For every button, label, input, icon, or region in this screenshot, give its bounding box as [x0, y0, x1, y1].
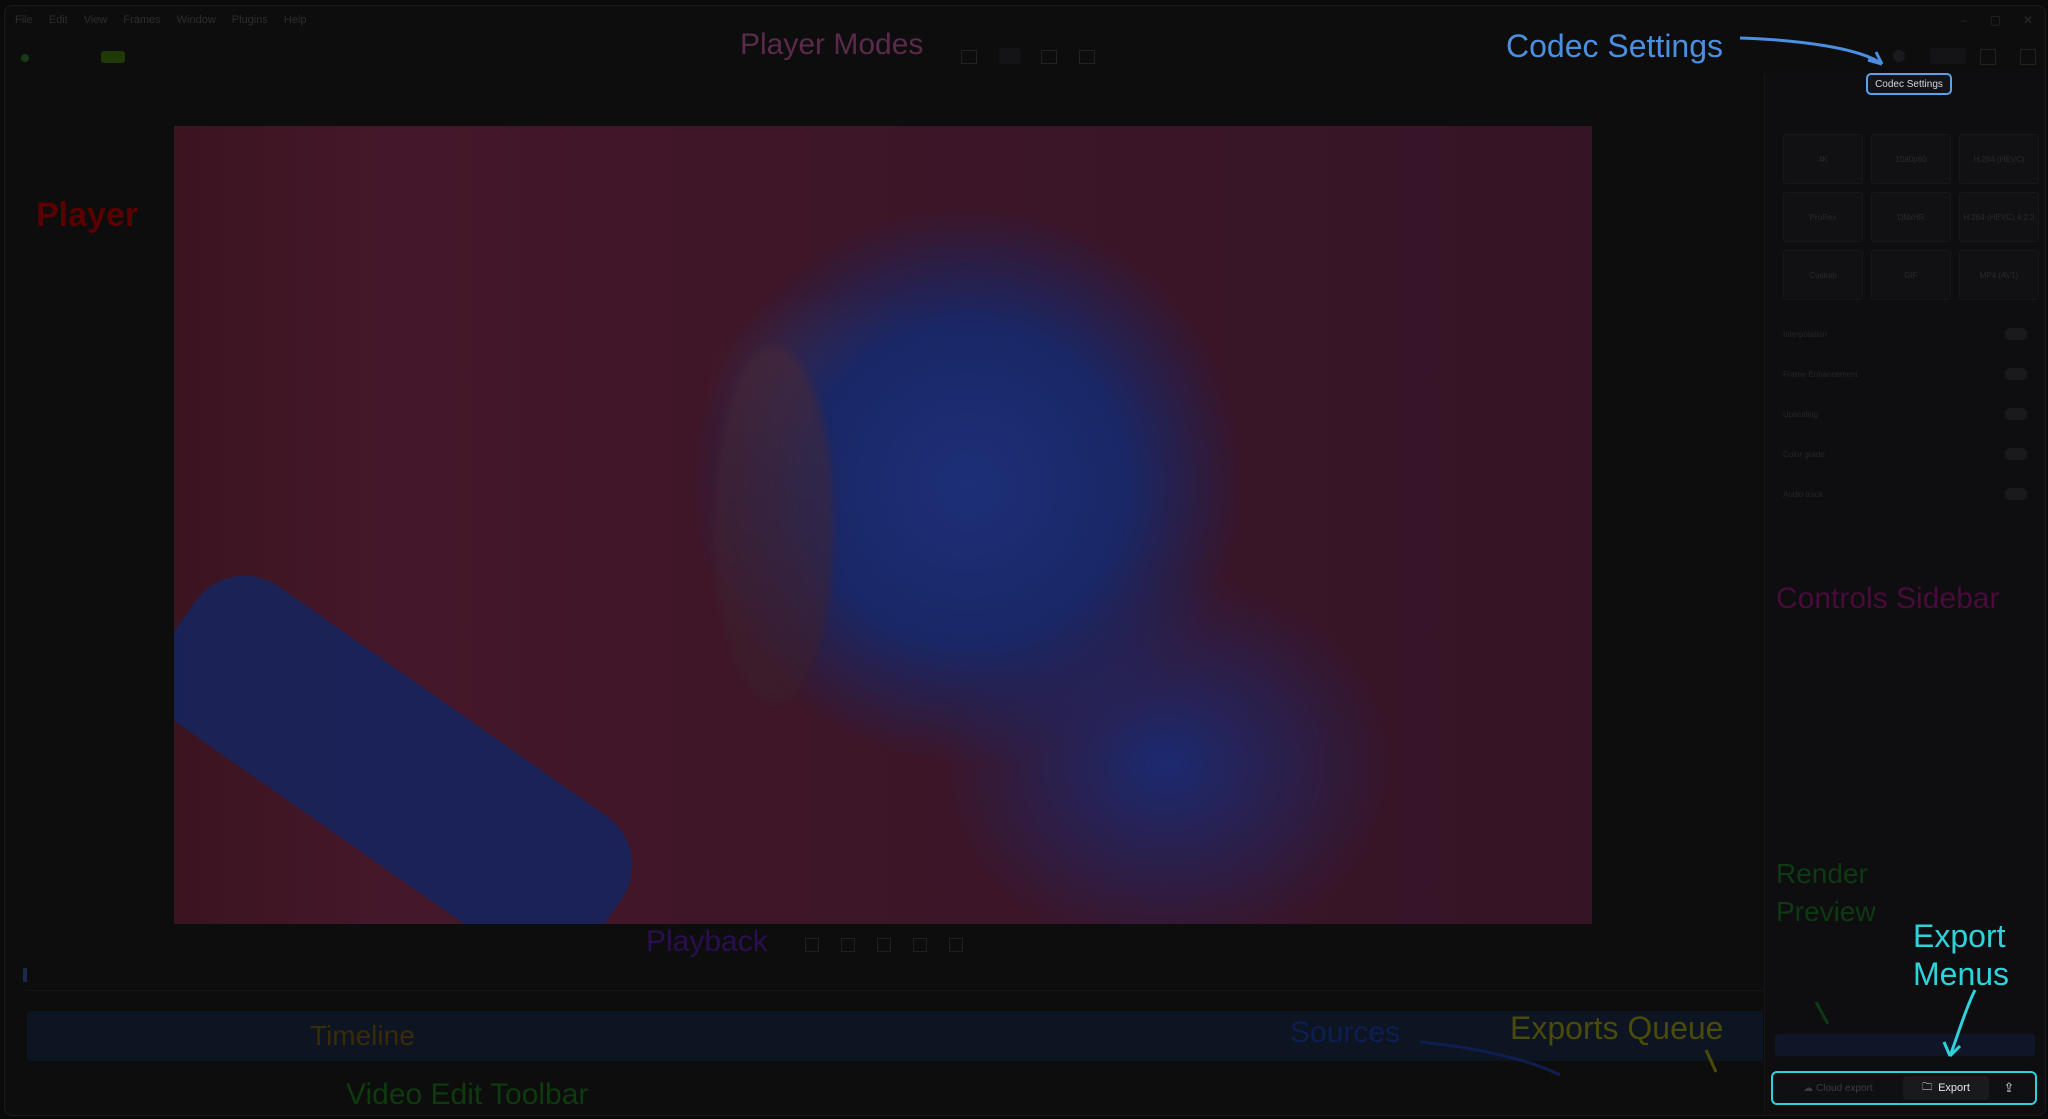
panel-toggle-icon[interactable]: [1980, 49, 1996, 65]
player-label: Player: [36, 196, 139, 234]
video-edit-toolbar-label: Video Edit Toolbar: [346, 1078, 589, 1111]
toggle-switch[interactable]: [2005, 408, 2027, 420]
preset-tile[interactable]: MP4 (AV1): [1959, 250, 2039, 300]
layout-icon[interactable]: [2020, 49, 2036, 65]
skip-end-icon[interactable]: [949, 938, 963, 952]
preset-tile[interactable]: 4K: [1783, 134, 1863, 184]
timeline-ruler[interactable]: [25, 976, 1765, 991]
close-icon[interactable]: ✕: [2023, 13, 2033, 27]
step-forward-icon[interactable]: [913, 938, 927, 952]
menu-bar: File Edit View Frames Window Plugins Hel…: [5, 6, 2045, 34]
cloud-icon: ☁: [1803, 1082, 1814, 1094]
playback-controls: [805, 938, 963, 952]
cloud-export-button[interactable]: ☁ Cloud export: [1773, 1083, 1903, 1094]
menu-help[interactable]: Help: [284, 14, 307, 26]
skip-start-icon[interactable]: [805, 938, 819, 952]
toggle-switch[interactable]: [2005, 328, 2027, 340]
mode-icon-2[interactable]: [999, 48, 1021, 64]
cloud-export-label: Cloud export: [1816, 1082, 1873, 1094]
toggle-label: Interpolation: [1783, 329, 1828, 339]
export-menus-label: Export: [1913, 918, 2006, 954]
mode-icon-1[interactable]: [961, 50, 977, 64]
timeline-label: Timeline: [310, 1020, 415, 1051]
mode-icon-4[interactable]: [1079, 50, 1095, 64]
play-icon[interactable]: [877, 938, 891, 952]
toggle-row: Interpolation: [1783, 324, 2027, 344]
menu-edit[interactable]: Edit: [49, 14, 68, 26]
toggle-row: Frame Enhancement: [1783, 364, 2027, 384]
video-branch-shape: [174, 552, 656, 924]
menu-window[interactable]: Window: [177, 14, 216, 26]
render-preview-label: Render: [1776, 858, 1868, 889]
player-modes-label: Player Modes: [740, 28, 924, 61]
status-dot-icon: [21, 54, 29, 62]
codec-settings-button[interactable]: Codec Settings: [1866, 73, 1952, 95]
preset-tile[interactable]: GIF: [1871, 250, 1951, 300]
toggle-row: Upscaling: [1783, 404, 2027, 424]
timeline-track[interactable]: [27, 1011, 1763, 1061]
toggle-switch[interactable]: [2005, 448, 2027, 460]
preset-tile[interactable]: ProRes: [1783, 192, 1863, 242]
menu-file[interactable]: File: [15, 14, 33, 26]
status-badge: [101, 51, 125, 63]
toggle-switch[interactable]: [2005, 368, 2027, 380]
account-button[interactable]: [1930, 48, 1966, 64]
preset-tile[interactable]: 1080p60: [1871, 134, 1951, 184]
preset-tile[interactable]: H.264 (HEVC): [1959, 134, 2039, 184]
step-back-icon[interactable]: [841, 938, 855, 952]
menu-frames[interactable]: Frames: [123, 14, 160, 26]
toggle-label: Audio track: [1783, 489, 1824, 499]
toggle-switch[interactable]: [2005, 488, 2027, 500]
menu-plugins[interactable]: Plugins: [232, 14, 268, 26]
toggle-label: Upscaling: [1783, 409, 1819, 419]
video-preview[interactable]: [174, 126, 1592, 924]
playhead[interactable]: [23, 968, 27, 982]
exports-queue-label: Exports Queue: [1510, 1010, 1724, 1046]
toggle-row: Color grade: [1783, 444, 2027, 464]
export-menus-label-2: Menus: [1913, 956, 2010, 992]
preset-grid: 4K 1080p60 H.264 (HEVC) ProRes DNxHR H.2…: [1783, 134, 2039, 300]
menu-view[interactable]: View: [84, 14, 108, 26]
export-label: Export: [1938, 1082, 1970, 1094]
preset-tile[interactable]: Custom: [1783, 250, 1863, 300]
folder-icon: 🗀: [1922, 1081, 1933, 1093]
toggle-label: Frame Enhancement: [1783, 369, 1858, 379]
toggle-label: Color grade: [1783, 449, 1825, 459]
user-icon[interactable]: [1893, 50, 1905, 62]
render-preview-label-2: Preview: [1776, 896, 1876, 927]
codec-settings-label: Codec Settings: [1506, 28, 1724, 64]
toggle-row: Audio track: [1783, 484, 2027, 504]
share-icon[interactable]: ⇪: [1989, 1080, 2029, 1096]
export-button[interactable]: 🗀 Export: [1903, 1076, 1989, 1100]
maximize-icon[interactable]: ▢: [1990, 13, 2001, 27]
controls-sidebar-label: Controls Sidebar: [1776, 582, 2000, 615]
export-menus: ☁ Cloud export 🗀 Export ⇪: [1771, 1071, 2037, 1105]
render-preview-area: [1775, 1034, 2035, 1056]
top-toolbar: [5, 44, 2045, 74]
minimize-icon[interactable]: –: [1961, 13, 1968, 27]
playback-label: Playback: [646, 925, 768, 958]
video-bird-highlight: [714, 346, 834, 706]
preset-tile[interactable]: DNxHR: [1871, 192, 1951, 242]
window-controls: – ▢ ✕: [1961, 13, 2033, 27]
sources-label: Sources: [1290, 1016, 1401, 1049]
mode-icon-3[interactable]: [1041, 50, 1057, 64]
preset-tile[interactable]: H.264 (HEVC) 4:2:2: [1959, 192, 2039, 242]
